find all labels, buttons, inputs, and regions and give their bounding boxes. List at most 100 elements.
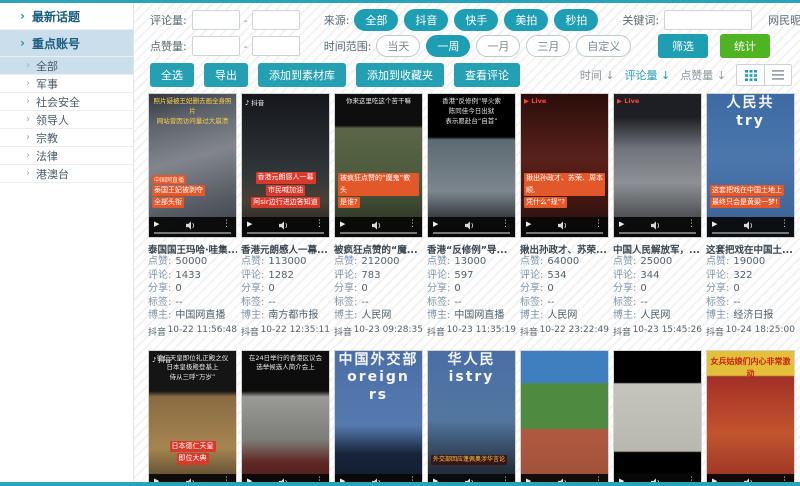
more-options-icon[interactable]: ⋮ bbox=[594, 220, 603, 229]
sort-option[interactable]: 评论量 ↓ bbox=[625, 67, 671, 83]
more-options-icon[interactable]: ⋮ bbox=[501, 220, 510, 229]
list-view-button[interactable] bbox=[764, 65, 791, 85]
sidebar-category[interactable]: › 宗教 bbox=[0, 129, 133, 147]
video-title[interactable]: 中国人民解放军，... bbox=[613, 242, 700, 256]
toolbar-button[interactable]: 全选 bbox=[150, 63, 194, 87]
comments-value: 534 bbox=[547, 269, 566, 283]
play-icon[interactable]: ▶ bbox=[526, 221, 531, 228]
thumbnail-top-caption: 香港“反修例”导火索 陈同佳今日出狱 表示愿赴台“自首” bbox=[430, 97, 513, 126]
source-pill[interactable]: 秒拍 bbox=[554, 9, 598, 31]
source-pill[interactable]: 快手 bbox=[454, 9, 498, 31]
grid-view-button[interactable] bbox=[737, 65, 764, 85]
source-pill[interactable]: 抖音 bbox=[404, 9, 448, 31]
video-thumbnail[interactable]: 照片疑被王妃删去画全身照片 网站曾因访问量过大崩溃 中国网直播泰国王妃被剥夺全部… bbox=[148, 93, 237, 238]
sidebar-section-label: 重点账号 bbox=[32, 35, 80, 52]
sidebar-category[interactable]: › 全部 bbox=[0, 57, 133, 75]
comment-max-input[interactable] bbox=[252, 10, 300, 30]
comment-min-input[interactable] bbox=[192, 10, 240, 30]
video-thumbnail[interactable]: ▶ ⋮ bbox=[520, 350, 609, 486]
time-range-pill[interactable]: 一周 bbox=[426, 35, 470, 57]
video-thumbnail[interactable]: ▶ Live 揪出孙政才、苏荣、周本顺,凭什么“规”? ▶ ⋮ bbox=[520, 93, 609, 238]
keyword-input[interactable] bbox=[664, 10, 752, 30]
tags-row: 标签:-- bbox=[241, 296, 330, 310]
video-thumbnail[interactable]: 你来这里吃这个苦干嘛 被疯狂点赞的“魔鬼”教头是谁? ▶ ⋮ bbox=[334, 93, 423, 238]
toolbar-button[interactable]: 添加到素材库 bbox=[258, 63, 346, 87]
sidebar-category[interactable]: › 军事 bbox=[0, 75, 133, 93]
toolbar-button[interactable]: 添加到收藏夹 bbox=[356, 63, 444, 87]
sidebar-category-label: 领导人 bbox=[36, 112, 69, 128]
video-thumbnail[interactable]: 在24日举行的香港区议会 选举候选人简介会上 ▶ ⋮ bbox=[241, 350, 330, 486]
video-title[interactable]: 揪出孙政才、苏荣... bbox=[520, 242, 607, 256]
source-row: 抖音10-24 18:25:00 bbox=[706, 325, 795, 338]
video-thumbnail[interactable]: 女兵姑娘们内心非常激动 ▶ ⋮ bbox=[706, 350, 795, 486]
comments-label: 评论: bbox=[148, 269, 171, 283]
video-thumbnail[interactable]: ♪ 抖音 香港元朗感人一幕市民喊加油阿sir边行进边答知道 ▶ ⋮ bbox=[241, 93, 330, 238]
time-range-pill[interactable]: 一月 bbox=[476, 35, 520, 57]
more-options-icon[interactable]: ⋮ bbox=[687, 220, 696, 229]
shares-label: 分享: bbox=[706, 282, 729, 296]
caption-line: 被疯狂点赞的“魔鬼”教头 bbox=[338, 173, 419, 195]
video-thumbnail[interactable]: 华人民 istry 外交部回应蓬佩奥涉华言论 ▶ ⋮ bbox=[427, 350, 516, 486]
filter-button[interactable]: 筛选 bbox=[658, 34, 708, 58]
video-card-grid: 照片疑被王妃删去画全身照片 网站曾因访问量过大崩溃 中国网直播泰国王妃被剥夺全部… bbox=[148, 93, 799, 486]
video-title[interactable]: 这套把戏在中国土... bbox=[706, 242, 793, 256]
filter-action-buttons: 筛选 统计 bbox=[658, 34, 770, 58]
video-card: 华人民 istry 外交部回应蓬佩奥涉华言论 ▶ ⋮ bbox=[427, 350, 516, 486]
sidebar-category[interactable]: › 法律 bbox=[0, 147, 133, 165]
video-title[interactable]: 香港“反修例”导... bbox=[427, 242, 507, 256]
likes-value: 25000 bbox=[640, 255, 672, 269]
volume-icon[interactable] bbox=[558, 215, 568, 234]
likes-label: 点赞: bbox=[613, 255, 636, 269]
volume-icon[interactable] bbox=[186, 215, 196, 234]
sidebar-category[interactable]: › 领导人 bbox=[0, 111, 133, 129]
likes-row: 点赞: 25000 bbox=[613, 255, 702, 269]
volume-icon[interactable] bbox=[465, 215, 475, 234]
video-thumbnail[interactable]: 中国外交部 oreign rs ▶ ⋮ bbox=[334, 350, 423, 486]
video-thumbnail[interactable]: 人民共 try 这套把戏在中国土地上最终只会是黄粱一梦! ▶ ⋮ bbox=[706, 93, 795, 238]
video-thumbnail[interactable]: ♪ 抖音 德仁天皇即位礼正殿之仪 日本皇极殿登基上 侍从三呼“万岁” 日本德仁天… bbox=[148, 350, 237, 486]
like-max-input[interactable] bbox=[252, 36, 300, 56]
sidebar-item-latest-topics[interactable]: › 最新话题 bbox=[0, 3, 133, 30]
video-title[interactable]: 被疯狂点赞的“魔... bbox=[334, 242, 418, 256]
time-range-pill[interactable]: 自定义 bbox=[576, 35, 631, 57]
more-options-icon[interactable]: ⋮ bbox=[780, 220, 789, 229]
sidebar-item-key-accounts[interactable]: › 重点账号 bbox=[0, 30, 133, 57]
video-thumbnail[interactable]: ▶ ⋮ bbox=[613, 350, 702, 486]
video-title[interactable]: 泰国国王玛哈·哇集... bbox=[148, 242, 237, 256]
statistics-button[interactable]: 统计 bbox=[720, 34, 770, 58]
play-icon[interactable]: ▶ bbox=[247, 221, 252, 228]
time-range-pill[interactable]: 当天 bbox=[376, 35, 420, 57]
source-pill[interactable]: 全部 bbox=[354, 9, 398, 31]
more-options-icon[interactable]: ⋮ bbox=[408, 220, 417, 229]
sidebar-category[interactable]: › 社会安全 bbox=[0, 93, 133, 111]
play-icon[interactable]: ▶ bbox=[619, 221, 624, 228]
toolbar-button[interactable]: 导出 bbox=[204, 63, 248, 87]
source-options: 全部 抖音 快手 美拍 秒拍 bbox=[354, 9, 598, 31]
like-min-input[interactable] bbox=[192, 36, 240, 56]
volume-icon[interactable] bbox=[744, 215, 754, 234]
blogger-value: 中国网直播 bbox=[175, 309, 225, 323]
video-thumbnail[interactable]: ▶ Live ▶ ⋮ bbox=[613, 93, 702, 238]
time-range-pill[interactable]: 三月 bbox=[526, 35, 570, 57]
thumbnail-caption: 被疯狂点赞的“魔鬼”教头是谁? bbox=[338, 172, 419, 208]
more-options-icon[interactable]: ⋮ bbox=[315, 220, 324, 229]
blogger-row: 博主:经济日报 bbox=[706, 309, 795, 323]
sort-option[interactable]: 时间 ↓ bbox=[580, 67, 615, 83]
video-title[interactable]: 香港元朗感人一幕... bbox=[241, 242, 328, 256]
volume-icon[interactable] bbox=[279, 215, 289, 234]
volume-icon[interactable] bbox=[372, 215, 382, 234]
play-icon[interactable]: ▶ bbox=[340, 221, 345, 228]
video-thumbnail[interactable]: 香港“反修例”导火索 陈同佳今日出狱 表示愿赴台“自首” ▶ ⋮ bbox=[427, 93, 516, 238]
source-pill[interactable]: 美拍 bbox=[504, 9, 548, 31]
thumbnail-caption: 这套把戏在中国土地上最终只会是黄粱一梦! bbox=[710, 184, 791, 208]
sidebar-category[interactable]: › 港澳台 bbox=[0, 165, 133, 183]
play-icon[interactable]: ▶ bbox=[712, 221, 717, 228]
sort-option[interactable]: 点赞量 ↓ bbox=[680, 67, 726, 83]
toolbar-button[interactable]: 查看评论 bbox=[454, 63, 520, 87]
thumbnail-caption: 日本德仁天皇即位大典 bbox=[152, 440, 233, 464]
play-icon[interactable]: ▶ bbox=[433, 221, 438, 228]
volume-icon[interactable] bbox=[651, 215, 661, 234]
more-options-icon[interactable]: ⋮ bbox=[222, 220, 231, 229]
play-icon[interactable]: ▶ bbox=[154, 221, 159, 228]
toolbar: 全选 导出 添加到素材库 添加到收藏夹 查看评论 时间 ↓ 评论量 ↓ 点赞量 … bbox=[150, 63, 792, 87]
